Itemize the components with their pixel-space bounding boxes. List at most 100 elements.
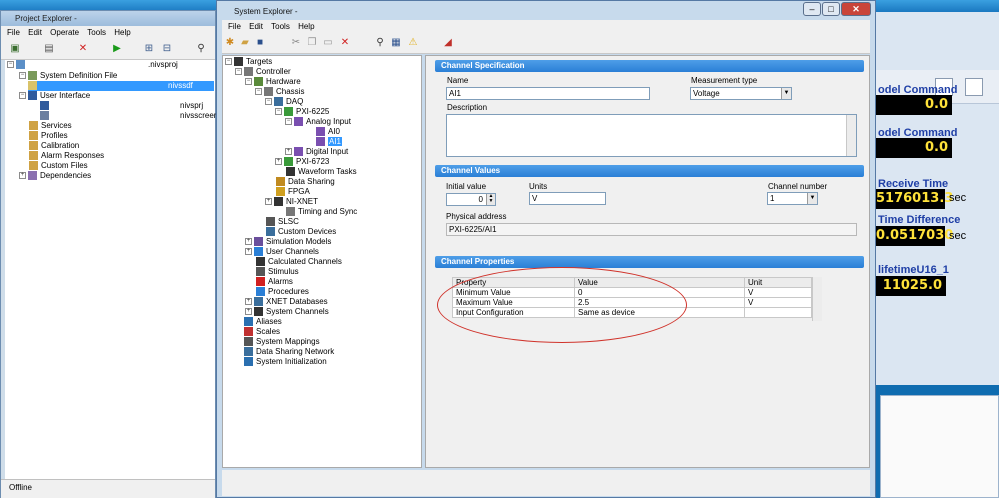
collapse-icon[interactable]: − bbox=[7, 61, 14, 69]
tree-item-pxi-6225[interactable]: − PXI-6225 bbox=[275, 107, 329, 117]
tree-item-alarms[interactable]: Alarms bbox=[256, 277, 293, 287]
tree-item-custom-devices[interactable]: Custom Devices bbox=[266, 227, 336, 237]
system-explorer-titlebar[interactable]: System Explorer - bbox=[222, 5, 852, 19]
expand-icon[interactable]: + bbox=[285, 148, 292, 156]
tree-item-digital-input[interactable]: + Digital Input bbox=[285, 147, 348, 157]
description-textarea[interactable] bbox=[446, 114, 857, 157]
tree-item[interactable]: Calibration bbox=[29, 141, 79, 151]
tree-item-fpga[interactable]: FPGA bbox=[276, 187, 310, 197]
expand-icon[interactable]: + bbox=[245, 308, 252, 316]
delete-icon[interactable]: ✕ bbox=[339, 37, 351, 49]
maximize-button[interactable]: □ bbox=[822, 2, 840, 16]
new-icon[interactable]: ✱ bbox=[224, 37, 236, 49]
tree-item-waveform-tasks[interactable]: Waveform Tasks bbox=[286, 167, 357, 177]
copy-icon[interactable]: ❐ bbox=[306, 37, 318, 49]
tree-item[interactable]: − .nivsproj bbox=[7, 60, 178, 70]
menu-file[interactable]: File bbox=[7, 26, 20, 39]
value-cell[interactable]: 2.5 bbox=[574, 297, 745, 308]
menu-file[interactable]: File bbox=[228, 20, 241, 33]
tree-item-data-sharing[interactable]: Data Sharing bbox=[276, 177, 335, 187]
expand-icon[interactable]: + bbox=[245, 248, 252, 256]
column-header[interactable]: Property bbox=[452, 277, 575, 288]
delete-icon[interactable]: ✕ bbox=[77, 43, 89, 55]
expand-icon[interactable]: + bbox=[245, 298, 252, 306]
channel-number-select[interactable]: 1 ▼ bbox=[767, 192, 818, 205]
expand-icon[interactable]: + bbox=[275, 158, 282, 166]
tree-item-system-initialization[interactable]: System Initialization bbox=[244, 357, 327, 367]
tree-item-controller[interactable]: − Controller bbox=[235, 67, 291, 77]
collapse-icon[interactable]: − bbox=[19, 72, 26, 80]
tree-item-daq[interactable]: − DAQ bbox=[265, 97, 303, 107]
open-folder-icon[interactable]: ▰ bbox=[239, 37, 251, 49]
collapse-icon[interactable]: − bbox=[19, 92, 26, 100]
tree-item-ai1[interactable]: AI1 bbox=[316, 137, 343, 147]
expand-icon[interactable]: + bbox=[245, 238, 252, 246]
dropdown-arrow-icon[interactable]: ▼ bbox=[807, 193, 817, 204]
open-icon[interactable]: ▣ bbox=[9, 43, 21, 55]
tree-item-selected[interactable]: nivssdf bbox=[28, 81, 214, 91]
value-cell[interactable]: Same as device bbox=[574, 307, 745, 318]
tree-item-data-sharing-network[interactable]: Data Sharing Network bbox=[244, 347, 334, 357]
cut-icon[interactable]: ✂ bbox=[290, 37, 302, 49]
tree-item-xnet-databases[interactable]: + XNET Databases bbox=[245, 297, 328, 307]
menu-edit[interactable]: Edit bbox=[249, 20, 263, 33]
collapse-icon[interactable]: − bbox=[225, 58, 232, 66]
name-field[interactable]: AI1 bbox=[446, 87, 650, 100]
collapse-icon[interactable]: − bbox=[285, 118, 292, 126]
expand-icon[interactable]: + bbox=[265, 198, 272, 206]
tree-item-aliases[interactable]: Aliases bbox=[244, 317, 282, 327]
collapse-icon[interactable]: − bbox=[255, 88, 262, 96]
tree-item[interactable]: nivsscreen bbox=[40, 111, 218, 121]
table-row[interactable]: Maximum Value 2.5 V bbox=[452, 297, 812, 308]
tree-item-ai0[interactable]: AI0 bbox=[316, 127, 340, 137]
measurement-type-select[interactable]: Voltage ▼ bbox=[690, 87, 792, 100]
expand-icon[interactable]: + bbox=[19, 172, 26, 180]
disconnect-icon[interactable]: ⊟ bbox=[161, 43, 173, 55]
tree-item-hardware[interactable]: − Hardware bbox=[245, 77, 301, 87]
tree-item-scales[interactable]: Scales bbox=[244, 327, 280, 337]
tree-item-slsc[interactable]: SLSC bbox=[266, 217, 299, 227]
tree-item-calculated-channels[interactable]: Calculated Channels bbox=[256, 257, 342, 267]
tree-item-simulation-models[interactable]: + Simulation Models bbox=[245, 237, 331, 247]
close-button[interactable]: ✕ bbox=[841, 2, 871, 16]
value-cell[interactable]: 0 bbox=[574, 287, 745, 298]
tree-item-procedures[interactable]: Procedures bbox=[256, 287, 309, 297]
tree-item[interactable]: + Dependencies bbox=[19, 171, 91, 181]
run-icon[interactable]: ▶ bbox=[111, 43, 123, 55]
menu-operate[interactable]: Operate bbox=[50, 26, 79, 39]
menu-edit[interactable]: Edit bbox=[28, 26, 42, 39]
section-header-channel-values[interactable]: Channel Values bbox=[435, 165, 864, 177]
tree-item-user-channels[interactable]: + User Channels bbox=[245, 247, 319, 257]
collapse-icon[interactable]: − bbox=[235, 68, 242, 76]
tree-item-analog-input[interactable]: − Analog Input bbox=[285, 117, 351, 127]
warning-icon[interactable]: ⚠ bbox=[407, 37, 419, 49]
tree-item-system-mappings[interactable]: System Mappings bbox=[244, 337, 320, 347]
menu-help[interactable]: Help bbox=[298, 20, 314, 33]
table-row[interactable]: Minimum Value 0 V bbox=[452, 287, 812, 298]
tree-item-chassis[interactable]: − Chassis bbox=[255, 87, 304, 97]
connect-icon[interactable]: ⊞ bbox=[143, 43, 155, 55]
tree-item[interactable]: − System Definition File bbox=[19, 71, 117, 81]
spinner-icon[interactable]: ▲ ▼ bbox=[486, 194, 495, 205]
dropdown-arrow-icon[interactable]: ▼ bbox=[781, 88, 791, 99]
collapse-icon[interactable]: − bbox=[265, 98, 272, 106]
find-icon[interactable]: ⚲ bbox=[195, 43, 207, 55]
grid-button-icon[interactable] bbox=[965, 78, 983, 96]
section-header-channel-properties[interactable]: Channel Properties bbox=[435, 256, 864, 268]
column-header[interactable]: Unit bbox=[744, 277, 812, 288]
find-icon[interactable]: ⚲ bbox=[374, 37, 386, 49]
properties-scrollbar[interactable] bbox=[812, 277, 822, 321]
menu-tools[interactable]: Tools bbox=[271, 20, 290, 33]
paste-icon[interactable]: ▭ bbox=[322, 37, 334, 49]
table-row[interactable]: Input Configuration Same as device bbox=[452, 307, 812, 318]
deploy-icon[interactable]: ▤ bbox=[43, 43, 55, 55]
collapse-icon[interactable]: − bbox=[275, 108, 282, 116]
tree-item[interactable]: nivsprj bbox=[40, 101, 203, 111]
tree-item-timing-and-sync[interactable]: Timing and Sync bbox=[286, 207, 357, 217]
tree-item-stimulus[interactable]: Stimulus bbox=[256, 267, 299, 277]
section-header-channel-specification[interactable]: Channel Specification bbox=[435, 60, 864, 72]
minimize-button[interactable]: – bbox=[803, 2, 821, 16]
units-field[interactable]: V bbox=[529, 192, 606, 205]
tree-item[interactable]: Custom Files bbox=[29, 161, 88, 171]
tree-item[interactable]: − User Interface bbox=[19, 91, 90, 101]
